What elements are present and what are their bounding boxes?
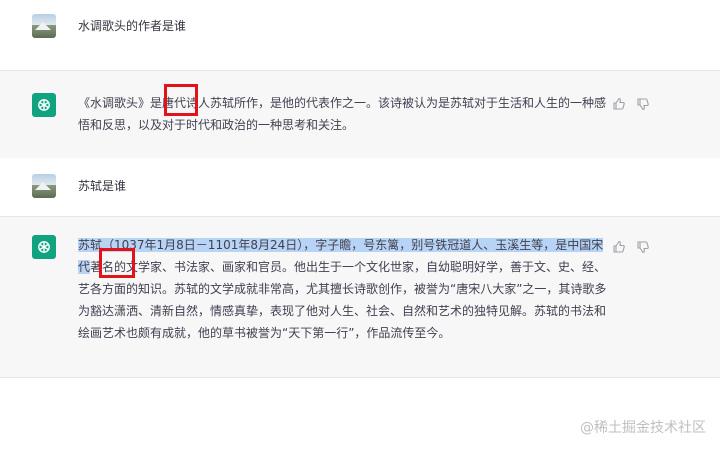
thumbs-up-icon[interactable] <box>612 239 626 253</box>
openai-logo-icon <box>32 93 56 117</box>
assistant-message-text: 苏轼（1037年1月8日－1101年8月24日），字子瞻，号东篱，别号铁冠道人、… <box>78 234 608 344</box>
message-actions <box>612 96 650 111</box>
assistant-message-text: 《水调歌头》是唐代诗人苏轼所作，是他的代表作之一。该诗被认为是苏轼对于生活和人生… <box>78 96 607 132</box>
openai-logo-icon <box>32 235 56 259</box>
message-user-2: 苏轼是谁 <box>0 158 720 216</box>
thumbs-down-icon[interactable] <box>636 239 650 254</box>
message-assistant-1: 《水调歌头》是唐代诗人苏轼所作，是他的代表作之一。该诗被认为是苏轼对于生活和人生… <box>0 70 720 160</box>
message-user-1: 水调歌头的作者是谁 <box>0 0 720 70</box>
user-message-text: 水调歌头的作者是谁 <box>78 19 187 33</box>
message-assistant-2: 苏轼（1037年1月8日－1101年8月24日），字子瞻，号东篱，别号铁冠道人、… <box>0 216 720 378</box>
user-message-text: 苏轼是谁 <box>78 179 127 193</box>
thumbs-down-icon[interactable] <box>636 96 650 111</box>
user-avatar <box>32 174 56 198</box>
thumbs-up-icon[interactable] <box>612 96 626 110</box>
assistant-message-rest: 著名的文学家、书法家、画家和官员。他出生于一个文化世家，自幼聪明好学，善于文、史… <box>78 260 607 340</box>
watermark: @稀土掘金技术社区 <box>580 420 706 436</box>
message-actions <box>612 239 650 254</box>
user-avatar <box>32 14 56 38</box>
